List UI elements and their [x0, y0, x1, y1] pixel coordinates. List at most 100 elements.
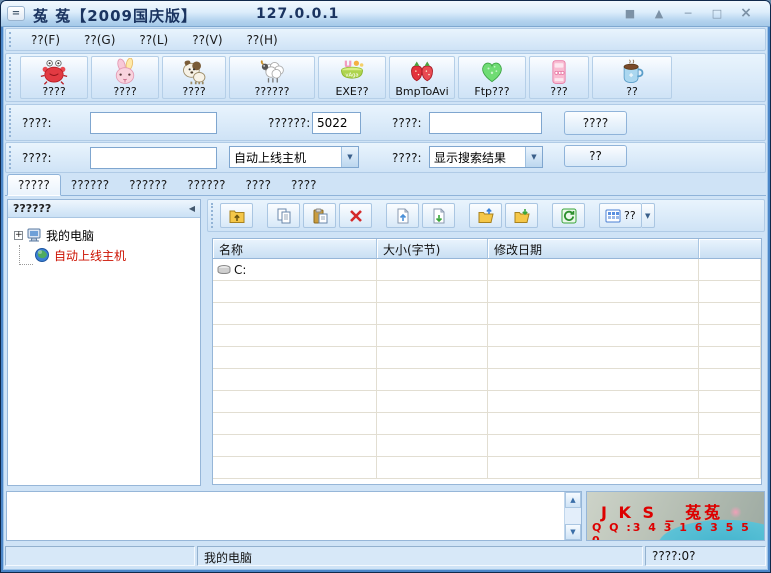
- column-header-name[interactable]: 名称: [213, 239, 377, 259]
- tab-6[interactable]: ????: [281, 175, 326, 195]
- view-mode-dropdown-icon[interactable]: ▼: [642, 203, 655, 228]
- search-button[interactable]: ??: [564, 145, 627, 167]
- folder-download-button[interactable]: [505, 203, 538, 228]
- branding-qq-number: Q Q :3 4 3 1 6 3 5 5 0: [592, 521, 764, 541]
- toolbar-button-6[interactable]: BmpToAvi: [389, 56, 455, 99]
- port-input[interactable]: [312, 112, 361, 134]
- menu-help[interactable]: ??(H): [238, 31, 287, 49]
- password-input[interactable]: [429, 112, 542, 134]
- file-download-icon: [431, 208, 447, 224]
- toolbar-button-8[interactable]: ???: [529, 56, 589, 99]
- toolbar-button-label: ????: [113, 86, 136, 98]
- skin-button[interactable]: ■: [620, 5, 640, 22]
- main-toolbar: ???? ???? ????: [5, 53, 766, 102]
- window-controls: ■ ▲ ─ □ ×: [620, 5, 756, 22]
- scroll-down-icon[interactable]: ▼: [565, 524, 581, 540]
- scroll-up-icon[interactable]: ▲: [565, 492, 581, 508]
- status-right: ????:0?: [645, 546, 766, 566]
- branding-panel: J K S _ 菟菟 Q Q :3 4 3 1 6 3 5 5 0: [586, 491, 765, 541]
- folder-up-button[interactable]: [220, 203, 253, 228]
- toolbar-button-9[interactable]: ??: [592, 56, 672, 99]
- column-header-size[interactable]: 大小(字节): [377, 239, 488, 259]
- toolbar-button-5[interactable]: vAga EXE??: [318, 56, 386, 99]
- result-label: ????:: [392, 151, 422, 165]
- ip-input[interactable]: [90, 112, 217, 134]
- rollup-button[interactable]: ▲: [649, 5, 669, 22]
- online-host-select[interactable]: 自动上线主机 ▼: [229, 146, 359, 168]
- toolbar-button-label: Ftp???: [474, 86, 509, 98]
- row-grip: [9, 108, 12, 137]
- paste-icon: [312, 208, 328, 224]
- folder-download-icon: [514, 208, 530, 224]
- search-result-value: 显示搜索结果: [430, 149, 525, 166]
- table-row-empty: [213, 325, 761, 347]
- chevron-down-icon[interactable]: ▼: [525, 147, 542, 167]
- toolbar-button-label: BmpToAvi: [395, 86, 448, 98]
- status-left: [5, 546, 195, 566]
- tab-5[interactable]: ????: [236, 175, 281, 195]
- search-row: ????: 自动上线主机 ▼ ????: 显示搜索结果 ▼ ??: [5, 142, 766, 173]
- online-host-value: 自动上线主机: [230, 149, 341, 166]
- toolbar-button-4[interactable]: ??????: [229, 56, 315, 99]
- table-row-empty: [213, 413, 761, 435]
- toolbar-button-1[interactable]: ????: [20, 56, 88, 99]
- file-table: 名称 大小(字节) 修改日期 C:: [212, 238, 762, 485]
- menu-l[interactable]: ??(L): [130, 31, 177, 49]
- close-button[interactable]: ×: [736, 5, 756, 22]
- tree-header: ?????? ◀: [8, 200, 200, 218]
- file-download-button[interactable]: [422, 203, 455, 228]
- table-row-drive-c[interactable]: C:: [213, 259, 761, 281]
- file-upload-button[interactable]: [386, 203, 419, 228]
- copy-button[interactable]: [267, 203, 300, 228]
- tab-1[interactable]: ?????: [7, 174, 61, 196]
- menu-grip: [9, 32, 12, 47]
- refresh-button[interactable]: [552, 203, 585, 228]
- log-output[interactable]: ▲ ▼: [6, 491, 582, 541]
- menu-bar: ??(F) ??(G) ??(L) ??(V) ??(H): [5, 28, 766, 51]
- maximize-button[interactable]: □: [707, 5, 727, 22]
- chevron-down-icon[interactable]: ▼: [341, 147, 358, 167]
- dog-icon: [180, 58, 208, 86]
- row-grip: [9, 146, 12, 169]
- view-mode-label: ??: [624, 209, 636, 222]
- view-mode-button[interactable]: ??: [599, 203, 642, 228]
- search-result-select[interactable]: 显示搜索结果 ▼: [429, 146, 543, 168]
- tab-2[interactable]: ??????: [61, 175, 119, 195]
- paste-button[interactable]: [303, 203, 336, 228]
- table-row-empty: [213, 391, 761, 413]
- green-heart-icon: [478, 58, 506, 86]
- log-scrollbar[interactable]: ▲ ▼: [564, 492, 581, 540]
- host-tree-panel: ?????? ◀ + 我的电脑 自动上线主机: [7, 199, 201, 486]
- toolbar-button-7[interactable]: Ftp???: [458, 56, 526, 99]
- delete-button[interactable]: [339, 203, 372, 228]
- tree-item-my-computer[interactable]: + 我的电脑: [8, 225, 200, 245]
- host-tree: + 我的电脑 自动上线主机: [8, 218, 200, 265]
- menu-g[interactable]: ??(G): [75, 31, 124, 49]
- file-upload-icon: [395, 208, 411, 224]
- table-row-empty: [213, 369, 761, 391]
- svg-text:vAga: vAga: [345, 72, 358, 78]
- system-menu-icon[interactable]: =: [7, 6, 25, 21]
- tree-item-auto-online-host[interactable]: 自动上线主机: [34, 245, 200, 265]
- search-input[interactable]: [90, 147, 217, 169]
- copy-icon: [276, 208, 292, 224]
- delete-x-icon: [348, 208, 364, 224]
- tab-4[interactable]: ??????: [177, 175, 235, 195]
- column-header-date[interactable]: 修改日期: [488, 239, 699, 259]
- tab-3[interactable]: ??????: [119, 175, 177, 195]
- toolbar-button-2[interactable]: ????: [91, 56, 159, 99]
- connect-button[interactable]: ????: [564, 111, 627, 135]
- file-name: C:: [234, 263, 246, 277]
- collapse-left-icon[interactable]: ◀: [189, 204, 195, 213]
- minimize-button[interactable]: ─: [678, 5, 698, 22]
- window-title: 菟 菟【2009国庆版】: [33, 5, 197, 26]
- toolbar-button-3[interactable]: ????: [162, 56, 226, 99]
- table-row-empty: [213, 281, 761, 303]
- menu-view[interactable]: ??(V): [183, 31, 231, 49]
- strawberry-icon: [408, 58, 436, 86]
- menu-file[interactable]: ??(F): [22, 31, 69, 49]
- tree-connector: [19, 264, 33, 265]
- expand-icon[interactable]: +: [14, 231, 23, 240]
- folder-upload-button[interactable]: [469, 203, 502, 228]
- grid-view-icon: [605, 208, 621, 224]
